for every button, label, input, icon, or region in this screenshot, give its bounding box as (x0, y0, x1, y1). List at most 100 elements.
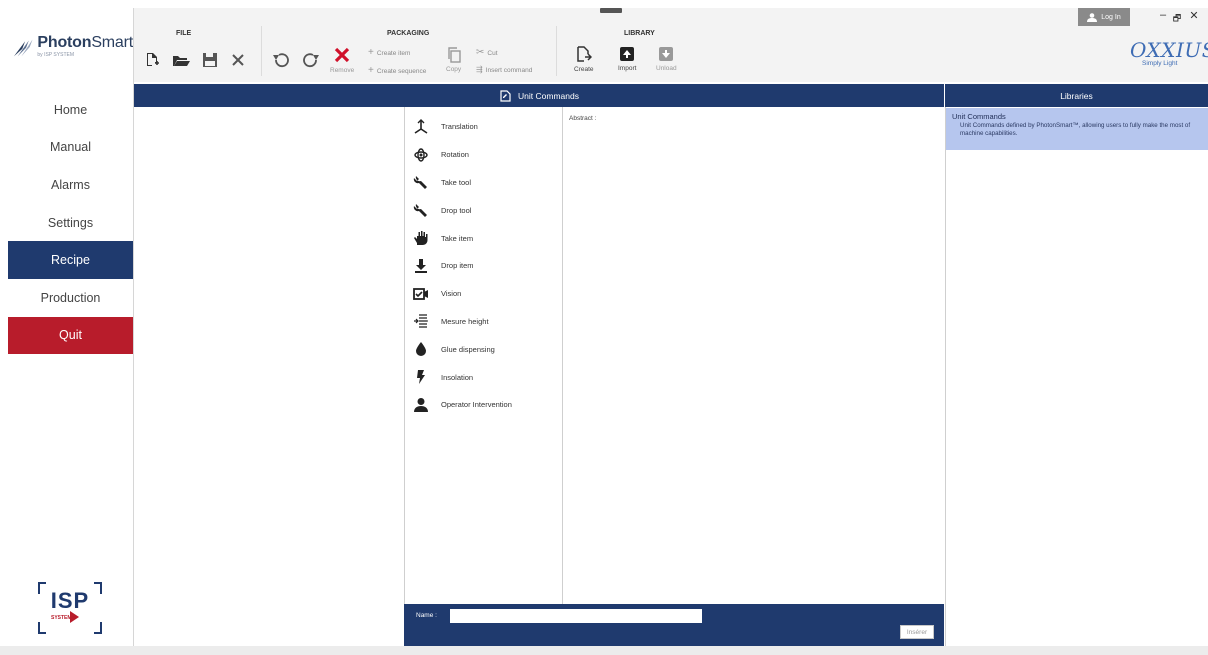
remove-button[interactable]: Remove (330, 46, 354, 74)
ribbon-separator (261, 26, 262, 76)
user-icon (414, 397, 428, 412)
save-button[interactable] (202, 52, 218, 68)
main-nav: Home Manual Alarms Settings Recipe Produ… (8, 91, 133, 355)
remove-label: Remove (330, 67, 355, 74)
packaging-group-title: PACKAGING (387, 30, 430, 37)
libraries-header: Libraries (945, 84, 1208, 107)
height-icon (414, 314, 428, 329)
create-library-button[interactable]: Create (574, 46, 594, 73)
library-group-title: LIBRARY (624, 30, 655, 37)
nav-settings[interactable]: Settings (8, 204, 133, 242)
list-item[interactable]: Mesure height (405, 308, 562, 336)
undo-icon (273, 53, 289, 68)
nav-recipe[interactable]: Recipe (8, 241, 133, 279)
cut-button[interactable]: ✂ Cut (476, 48, 498, 58)
libraries-panel: Unit Commands Unit Commands defined by P… (945, 107, 1208, 646)
import-icon (620, 47, 635, 61)
wrench-icon (413, 204, 427, 218)
redo-button[interactable] (302, 52, 320, 68)
close-icon (232, 54, 244, 66)
nav-quit[interactable]: Quit (8, 316, 133, 355)
insert-icon: ⇶ (476, 65, 483, 74)
close-file-button[interactable] (230, 52, 246, 68)
login-button[interactable]: Log In (1078, 8, 1130, 26)
undo-button[interactable] (272, 52, 290, 68)
ribbon-separator (556, 26, 557, 76)
unload-label: Unload (656, 65, 677, 72)
brand-logo: PhotonSmart by ISP SYSTEM (8, 8, 133, 85)
nav-production[interactable]: Production (8, 279, 133, 317)
library-edit-icon (500, 89, 511, 102)
plus-icon: + (368, 47, 374, 58)
redo-icon (303, 53, 319, 68)
app-window: PhotonSmart by ISP SYSTEM Home Manual Al… (0, 0, 1208, 655)
translation-icon (414, 118, 428, 134)
folder-open-icon (173, 56, 190, 66)
oxxius-logo: OXXIUS Simply Light (1130, 38, 1208, 67)
unit-commands-header: Unit Commands (134, 84, 944, 107)
list-item[interactable]: Vision (405, 280, 562, 308)
command-list: Translation Rotation Take tool Drop tool… (404, 107, 563, 604)
create-label: Create (574, 66, 594, 73)
copy-icon (447, 47, 461, 63)
copy-label: Copy (446, 66, 462, 73)
insert-command-button[interactable]: ⇶ Insert command (476, 66, 532, 74)
create-library-icon (577, 46, 592, 62)
sidebar: PhotonSmart by ISP SYSTEM Home Manual Al… (8, 8, 133, 646)
nav-manual[interactable]: Manual (8, 129, 133, 167)
list-item[interactable]: Operator Intervention (405, 391, 562, 419)
restore-button[interactable]: 🗗 (1170, 11, 1184, 27)
brand-subtitle: by ISP SYSTEM (37, 52, 74, 58)
import-library-button[interactable]: Import (618, 46, 636, 72)
new-file-icon (147, 53, 159, 66)
unload-library-button[interactable]: Unload (656, 46, 677, 72)
photonsmart-logo-icon (13, 39, 33, 56)
library-description: Unit Commands defined by PhotonSmart™, a… (960, 122, 1191, 138)
list-item[interactable]: Take tool (405, 169, 562, 197)
new-file-button[interactable] (144, 52, 160, 68)
hand-icon (414, 231, 428, 246)
file-group-title: FILE (176, 30, 192, 37)
list-item[interactable]: Translation (405, 113, 562, 141)
list-item[interactable]: Take item (405, 224, 562, 252)
sequence-canvas[interactable] (134, 107, 404, 646)
create-item-button[interactable]: + Create item (368, 48, 410, 58)
camera-icon (413, 287, 428, 300)
name-input[interactable] (450, 609, 702, 623)
nav-alarms[interactable]: Alarms (8, 166, 133, 204)
list-item[interactable]: Drop tool (405, 196, 562, 224)
name-label: Name : (416, 612, 437, 619)
ribbon-toolbar: FILE PACKAGING Remove +Create item +Cr (134, 8, 1208, 82)
list-item[interactable]: Rotation (405, 141, 562, 169)
brand-name: PhotonSmart (37, 34, 133, 51)
nav-home[interactable]: Home (8, 91, 133, 129)
abstract-label: Abstract : (569, 115, 597, 122)
plus-icon: + (368, 65, 374, 76)
copy-button[interactable]: Copy (446, 47, 461, 73)
insert-button[interactable]: Insérer (900, 625, 934, 639)
create-sequence-button[interactable]: + Create sequence (368, 66, 426, 76)
list-item[interactable]: Drop item (405, 252, 562, 280)
library-item-unit-commands[interactable]: Unit Commands Unit Commands defined by P… (946, 108, 1208, 150)
user-icon (1087, 12, 1098, 22)
wrench-icon (413, 176, 427, 190)
library-title: Unit Commands (952, 112, 1006, 121)
ribbon-handle[interactable] (600, 8, 622, 13)
list-item[interactable]: Glue dispensing (405, 335, 562, 363)
unload-icon (659, 47, 674, 61)
minimize-button[interactable]: – (1156, 9, 1170, 21)
import-label: Import (618, 65, 637, 72)
save-icon (203, 53, 217, 67)
scissors-icon: ✂ (476, 47, 485, 58)
list-item[interactable]: Insolation (405, 363, 562, 391)
name-bar: Name : Insérer (404, 604, 944, 646)
open-file-button[interactable] (172, 52, 190, 68)
abstract-panel: Abstract : (563, 107, 944, 604)
drop-icon (416, 342, 426, 357)
isp-system-logo: ISP SYSTEM (38, 582, 102, 634)
status-strip (0, 646, 1208, 655)
download-icon (415, 258, 427, 273)
rotation-icon (414, 147, 428, 162)
remove-icon (334, 47, 350, 63)
close-window-button[interactable]: ✕ (1187, 9, 1201, 22)
